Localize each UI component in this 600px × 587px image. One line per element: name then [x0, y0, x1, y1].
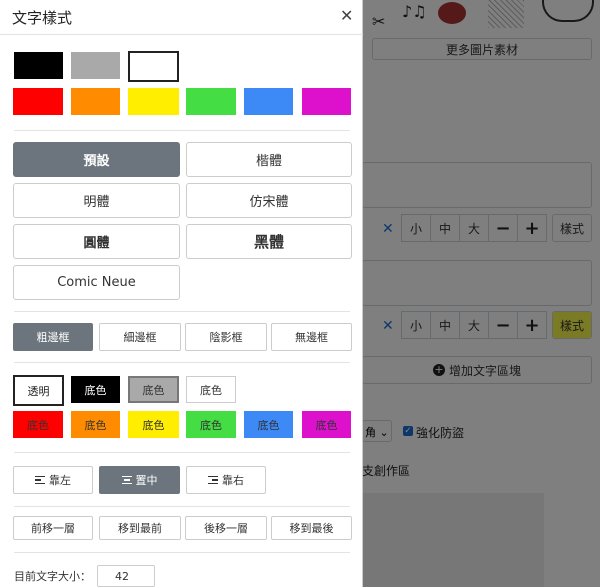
text-style-modal: 文字樣式 ✕ 預設 楷體 明體 仿宋體 圓體 黑體 Comic Neue 粗邊框…	[0, 0, 363, 587]
text-color-swatch[interactable]	[14, 52, 63, 79]
font-default-button[interactable]: 預設	[13, 142, 180, 177]
divider	[14, 552, 350, 553]
border-none-button[interactable]: 無邊框	[271, 323, 352, 351]
layer-forward-button[interactable]: 前移一層	[13, 516, 93, 540]
modal-header: 文字樣式 ✕	[0, 0, 363, 35]
divider	[14, 130, 350, 131]
text-color-swatch[interactable]	[71, 88, 120, 115]
layer-back-button[interactable]: 移到最後	[271, 516, 352, 540]
align-center-icon	[121, 475, 132, 485]
text-color-swatch[interactable]	[128, 51, 179, 82]
font-fangsong-button[interactable]: 仿宋體	[186, 183, 352, 218]
bg-color-swatch[interactable]: 底色	[128, 411, 179, 438]
bg-color-swatch[interactable]: 底色	[71, 376, 120, 403]
font-comic-neue-button[interactable]: Comic Neue	[13, 265, 180, 300]
border-thin-button[interactable]: 細邊框	[99, 323, 181, 351]
layer-backward-button[interactable]: 後移一層	[185, 516, 267, 540]
align-left-button[interactable]: 靠左	[13, 466, 93, 494]
align-left-label: 靠左	[49, 474, 71, 487]
align-center-button[interactable]: 置中	[99, 466, 180, 494]
divider	[14, 362, 350, 363]
text-color-swatch[interactable]	[244, 88, 293, 115]
modal-title: 文字樣式	[12, 9, 73, 27]
font-mingti-button[interactable]: 明體	[13, 183, 180, 218]
font-size-input[interactable]	[97, 565, 155, 587]
bg-color-swatch[interactable]: 底色	[186, 411, 236, 438]
bg-color-swatch[interactable]: 底色	[13, 411, 63, 438]
align-left-icon	[35, 475, 45, 485]
bg-color-swatch[interactable]: 底色	[128, 376, 179, 403]
font-yuanti-button[interactable]: 圓體	[13, 224, 180, 259]
font-heiti-button[interactable]: 黑體	[186, 224, 352, 259]
bg-color-swatch[interactable]: 底色	[186, 376, 236, 403]
close-icon[interactable]: ✕	[340, 6, 353, 25]
bg-color-swatch[interactable]: 底色	[244, 411, 293, 438]
layer-front-button[interactable]: 移到最前	[99, 516, 181, 540]
border-thick-button[interactable]: 粗邊框	[13, 323, 93, 351]
align-center-label: 置中	[135, 474, 158, 487]
text-color-swatch[interactable]	[186, 88, 236, 115]
text-color-swatch[interactable]	[302, 88, 351, 115]
text-color-swatch[interactable]	[71, 52, 120, 79]
text-color-swatch[interactable]	[13, 88, 63, 115]
bg-color-swatch[interactable]: 底色	[302, 411, 351, 438]
align-right-icon	[208, 475, 218, 485]
bg-color-swatch[interactable]: 底色	[71, 411, 120, 438]
align-right-button[interactable]: 靠右	[186, 466, 266, 494]
divider	[14, 311, 350, 312]
divider	[14, 506, 350, 507]
align-right-label: 靠右	[222, 474, 244, 487]
font-size-label: 目前文字大小：	[14, 570, 91, 583]
bg-transparent-button[interactable]: 透明	[13, 375, 64, 406]
text-color-swatch[interactable]	[128, 88, 179, 115]
border-shadow-button[interactable]: 陰影框	[185, 323, 267, 351]
font-kaiti-button[interactable]: 楷體	[186, 142, 352, 177]
divider	[14, 452, 350, 453]
